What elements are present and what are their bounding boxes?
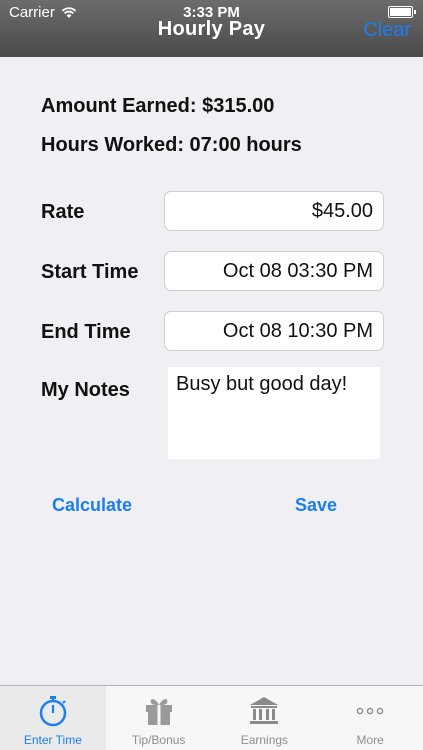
- tab-enter-time[interactable]: Enter Time: [0, 686, 106, 750]
- tab-label: Enter Time: [23, 733, 82, 747]
- page-title: Hourly Pay: [157, 18, 266, 40]
- navigation-bar: Carrier 3:33 PM Hourly Pay Clear: [0, 0, 423, 57]
- rate-label: Rate: [41, 201, 85, 223]
- rate-field[interactable]: [164, 191, 384, 231]
- start-time-field[interactable]: [164, 251, 384, 291]
- save-button[interactable]: Save: [295, 495, 337, 516]
- stopwatch-icon: [39, 696, 67, 727]
- amount-earned: Amount Earned: $315.00: [41, 95, 275, 117]
- end-time-label: End Time: [41, 321, 131, 343]
- tab-bar: Enter Time Tip/Bonus Earnings More: [0, 685, 423, 750]
- clear-button[interactable]: Clear: [363, 19, 411, 42]
- tab-label: More: [356, 733, 384, 747]
- tab-label: Earnings: [240, 733, 289, 747]
- tab-more[interactable]: More: [317, 686, 423, 750]
- hours-worked: Hours Worked: 07:00 hours: [41, 134, 302, 156]
- notes-field[interactable]: Busy but good day!: [168, 367, 380, 459]
- gift-icon: [145, 699, 172, 725]
- tab-tip-bonus[interactable]: Tip/Bonus: [106, 686, 212, 750]
- calculate-button[interactable]: Calculate: [52, 495, 132, 516]
- battery-icon: [388, 6, 416, 18]
- more-dots-icon: [356, 707, 384, 715]
- notes-label: My Notes: [41, 379, 130, 401]
- bank-icon: [250, 697, 279, 724]
- end-time-field[interactable]: [164, 311, 384, 351]
- start-time-label: Start Time: [41, 261, 139, 283]
- tab-label: Tip/Bonus: [131, 733, 186, 747]
- tab-earnings[interactable]: Earnings: [212, 686, 318, 750]
